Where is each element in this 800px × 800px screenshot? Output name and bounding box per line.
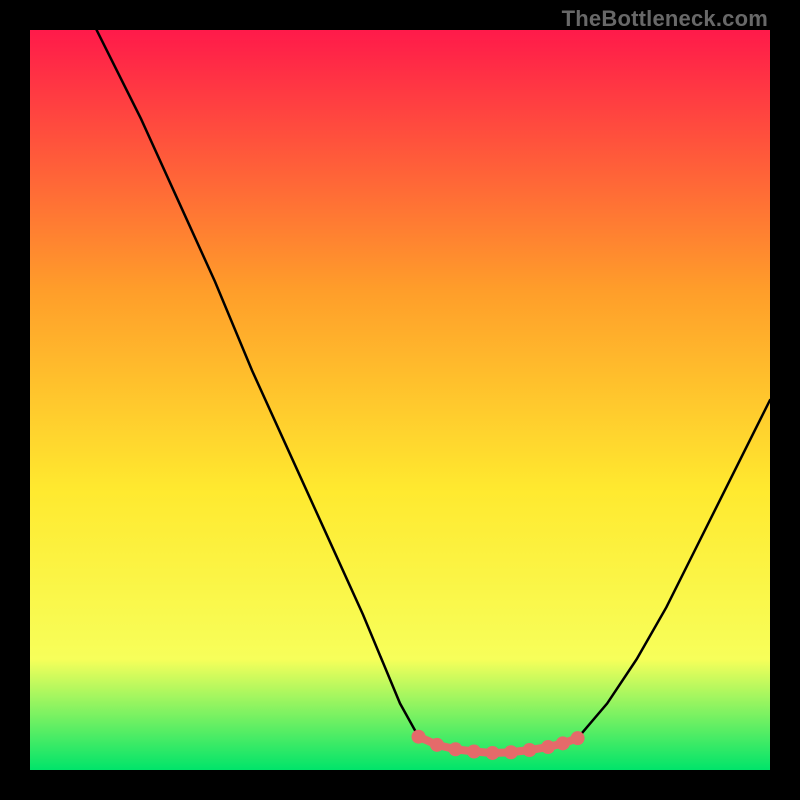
- valley-marker-dot: [541, 740, 555, 754]
- valley-marker-dot: [449, 742, 463, 756]
- valley-marker-dot: [486, 746, 500, 760]
- valley-marker-dot: [430, 738, 444, 752]
- gradient-background: [30, 30, 770, 770]
- chart-frame: [30, 30, 770, 770]
- valley-marker-dot: [467, 745, 481, 759]
- valley-marker-dot: [571, 731, 585, 745]
- valley-marker-dot: [412, 730, 426, 744]
- valley-marker-dot: [504, 745, 518, 759]
- bottleneck-curve-chart: [30, 30, 770, 770]
- valley-marker-dot: [556, 736, 570, 750]
- watermark-text: TheBottleneck.com: [562, 6, 768, 32]
- valley-marker-dot: [523, 743, 537, 757]
